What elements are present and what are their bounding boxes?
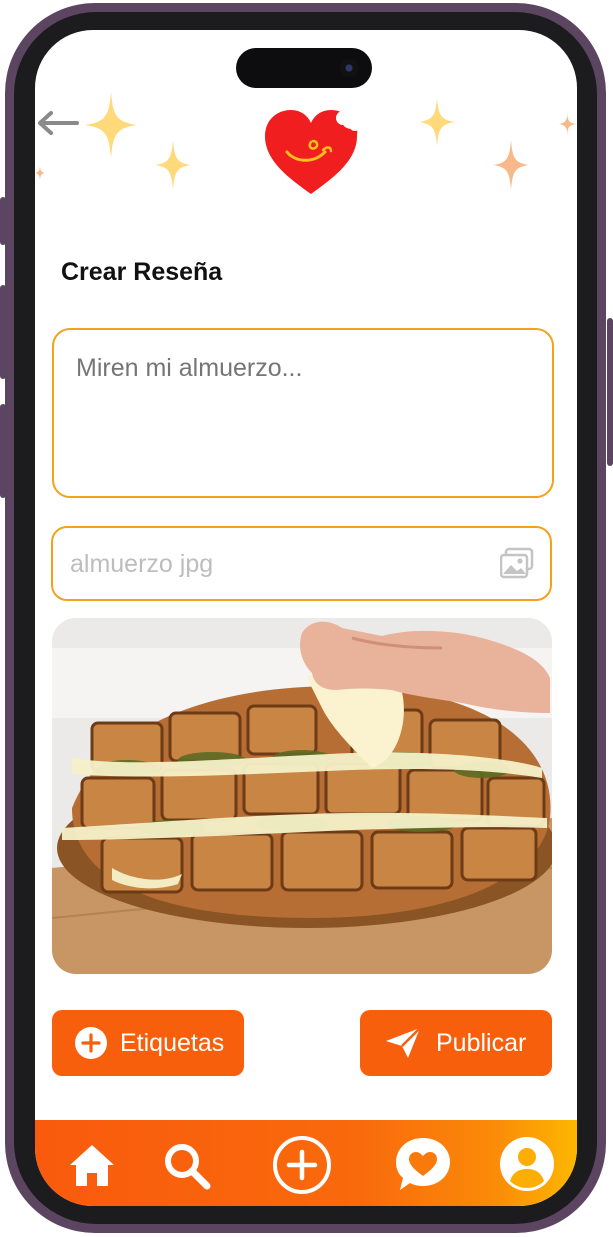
- review-text-input[interactable]: [52, 328, 554, 498]
- image-gallery-icon[interactable]: [500, 547, 534, 579]
- chat-heart-icon[interactable]: [394, 1134, 452, 1194]
- arrow-left-icon[interactable]: [35, 108, 81, 138]
- side-button-power: [607, 318, 613, 466]
- publish-label: Publicar: [436, 1028, 527, 1057]
- sparkle-icon: [419, 98, 455, 146]
- publish-button[interactable]: Publicar: [360, 1010, 552, 1076]
- dynamic-island: [236, 48, 372, 88]
- user-icon[interactable]: [497, 1134, 557, 1194]
- sparkle-icon: [85, 92, 137, 158]
- food-photo-cheesy-pull-apart-bread: [52, 618, 552, 974]
- search-icon[interactable]: [159, 1138, 215, 1194]
- sparkle-icon: [35, 166, 45, 180]
- send-icon: [386, 1027, 421, 1058]
- add-icon[interactable]: [271, 1134, 333, 1196]
- side-button-silent: [0, 197, 6, 245]
- food-photo-preview: [52, 618, 552, 974]
- bottom-navigation: [35, 1120, 577, 1206]
- home-icon[interactable]: [64, 1138, 120, 1194]
- add-tags-label: Etiquetas: [120, 1028, 225, 1057]
- page-title: Crear Reseña: [61, 258, 223, 286]
- app-screen: Crear Reseña almuerzo jpg: [35, 30, 577, 1206]
- side-button-volume-down: [0, 404, 6, 498]
- sparkle-icon: [559, 112, 577, 136]
- sparkle-icon: [493, 140, 529, 190]
- sparkle-icon: [155, 140, 191, 190]
- add-tags-button[interactable]: Etiquetas: [52, 1010, 244, 1076]
- camera-icon: [340, 59, 358, 77]
- image-attachment-field[interactable]: almuerzo jpg: [51, 526, 552, 601]
- side-button-volume-up: [0, 285, 6, 379]
- plus-circle-icon: [75, 1027, 107, 1059]
- attachment-file-name: almuerzo jpg: [70, 550, 214, 578]
- heart-bite-logo-icon: [265, 110, 361, 194]
